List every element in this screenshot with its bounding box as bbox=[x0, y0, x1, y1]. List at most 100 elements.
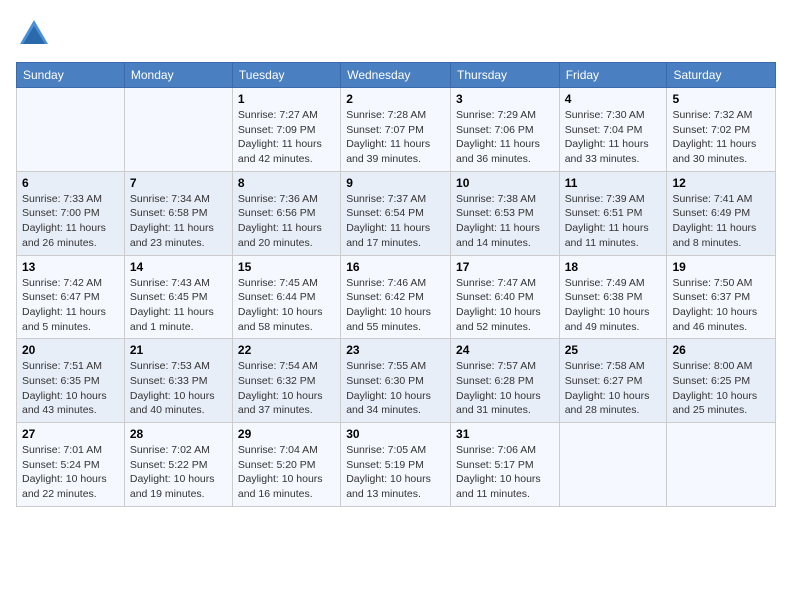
day-number: 14 bbox=[130, 260, 227, 274]
calendar-cell: 29 Sunrise: 7:04 AMSunset: 5:20 PMDaylig… bbox=[232, 423, 340, 507]
day-detail: Sunrise: 7:46 AMSunset: 6:42 PMDaylight:… bbox=[346, 276, 445, 335]
calendar-cell: 21 Sunrise: 7:53 AMSunset: 6:33 PMDaylig… bbox=[124, 339, 232, 423]
day-detail: Sunrise: 7:29 AMSunset: 7:06 PMDaylight:… bbox=[456, 108, 554, 167]
day-number: 19 bbox=[672, 260, 770, 274]
day-detail: Sunrise: 7:38 AMSunset: 6:53 PMDaylight:… bbox=[456, 192, 554, 251]
calendar-cell: 27 Sunrise: 7:01 AMSunset: 5:24 PMDaylig… bbox=[17, 423, 125, 507]
day-detail: Sunrise: 7:04 AMSunset: 5:20 PMDaylight:… bbox=[238, 443, 335, 502]
day-detail: Sunrise: 7:37 AMSunset: 6:54 PMDaylight:… bbox=[346, 192, 445, 251]
day-detail: Sunrise: 7:41 AMSunset: 6:49 PMDaylight:… bbox=[672, 192, 770, 251]
day-number: 11 bbox=[565, 176, 662, 190]
calendar-cell bbox=[559, 423, 667, 507]
calendar-cell: 18 Sunrise: 7:49 AMSunset: 6:38 PMDaylig… bbox=[559, 255, 667, 339]
calendar-cell: 14 Sunrise: 7:43 AMSunset: 6:45 PMDaylig… bbox=[124, 255, 232, 339]
day-detail: Sunrise: 7:01 AMSunset: 5:24 PMDaylight:… bbox=[22, 443, 119, 502]
calendar-cell: 25 Sunrise: 7:58 AMSunset: 6:27 PMDaylig… bbox=[559, 339, 667, 423]
calendar-cell: 6 Sunrise: 7:33 AMSunset: 7:00 PMDayligh… bbox=[17, 171, 125, 255]
calendar-cell: 10 Sunrise: 7:38 AMSunset: 6:53 PMDaylig… bbox=[451, 171, 560, 255]
day-detail: Sunrise: 7:49 AMSunset: 6:38 PMDaylight:… bbox=[565, 276, 662, 335]
day-detail: Sunrise: 7:53 AMSunset: 6:33 PMDaylight:… bbox=[130, 359, 227, 418]
calendar-week-row: 13 Sunrise: 7:42 AMSunset: 6:47 PMDaylig… bbox=[17, 255, 776, 339]
day-number: 24 bbox=[456, 343, 554, 357]
calendar-table: SundayMondayTuesdayWednesdayThursdayFrid… bbox=[16, 62, 776, 507]
day-detail: Sunrise: 7:51 AMSunset: 6:35 PMDaylight:… bbox=[22, 359, 119, 418]
day-detail: Sunrise: 7:45 AMSunset: 6:44 PMDaylight:… bbox=[238, 276, 335, 335]
calendar-cell: 23 Sunrise: 7:55 AMSunset: 6:30 PMDaylig… bbox=[341, 339, 451, 423]
calendar-cell: 8 Sunrise: 7:36 AMSunset: 6:56 PMDayligh… bbox=[232, 171, 340, 255]
day-number: 6 bbox=[22, 176, 119, 190]
day-number: 18 bbox=[565, 260, 662, 274]
weekday-header: Tuesday bbox=[232, 63, 340, 88]
calendar-cell: 13 Sunrise: 7:42 AMSunset: 6:47 PMDaylig… bbox=[17, 255, 125, 339]
calendar-cell: 20 Sunrise: 7:51 AMSunset: 6:35 PMDaylig… bbox=[17, 339, 125, 423]
day-number: 23 bbox=[346, 343, 445, 357]
day-detail: Sunrise: 7:05 AMSunset: 5:19 PMDaylight:… bbox=[346, 443, 445, 502]
day-detail: Sunrise: 7:47 AMSunset: 6:40 PMDaylight:… bbox=[456, 276, 554, 335]
day-number: 1 bbox=[238, 92, 335, 106]
calendar-week-row: 27 Sunrise: 7:01 AMSunset: 5:24 PMDaylig… bbox=[17, 423, 776, 507]
day-detail: Sunrise: 7:34 AMSunset: 6:58 PMDaylight:… bbox=[130, 192, 227, 251]
calendar-cell: 31 Sunrise: 7:06 AMSunset: 5:17 PMDaylig… bbox=[451, 423, 560, 507]
day-number: 26 bbox=[672, 343, 770, 357]
weekday-header: Wednesday bbox=[341, 63, 451, 88]
weekday-header: Sunday bbox=[17, 63, 125, 88]
calendar-cell: 16 Sunrise: 7:46 AMSunset: 6:42 PMDaylig… bbox=[341, 255, 451, 339]
calendar-cell: 2 Sunrise: 7:28 AMSunset: 7:07 PMDayligh… bbox=[341, 88, 451, 172]
day-number: 15 bbox=[238, 260, 335, 274]
day-number: 5 bbox=[672, 92, 770, 106]
day-number: 7 bbox=[130, 176, 227, 190]
calendar-cell: 9 Sunrise: 7:37 AMSunset: 6:54 PMDayligh… bbox=[341, 171, 451, 255]
calendar-cell: 19 Sunrise: 7:50 AMSunset: 6:37 PMDaylig… bbox=[667, 255, 776, 339]
calendar-cell: 5 Sunrise: 7:32 AMSunset: 7:02 PMDayligh… bbox=[667, 88, 776, 172]
calendar-cell: 7 Sunrise: 7:34 AMSunset: 6:58 PMDayligh… bbox=[124, 171, 232, 255]
weekday-header: Saturday bbox=[667, 63, 776, 88]
day-number: 22 bbox=[238, 343, 335, 357]
day-number: 28 bbox=[130, 427, 227, 441]
day-detail: Sunrise: 7:50 AMSunset: 6:37 PMDaylight:… bbox=[672, 276, 770, 335]
day-detail: Sunrise: 7:02 AMSunset: 5:22 PMDaylight:… bbox=[130, 443, 227, 502]
day-detail: Sunrise: 7:43 AMSunset: 6:45 PMDaylight:… bbox=[130, 276, 227, 335]
day-detail: Sunrise: 7:32 AMSunset: 7:02 PMDaylight:… bbox=[672, 108, 770, 167]
calendar-week-row: 6 Sunrise: 7:33 AMSunset: 7:00 PMDayligh… bbox=[17, 171, 776, 255]
day-number: 30 bbox=[346, 427, 445, 441]
weekday-header: Thursday bbox=[451, 63, 560, 88]
day-number: 4 bbox=[565, 92, 662, 106]
day-number: 2 bbox=[346, 92, 445, 106]
calendar-cell: 26 Sunrise: 8:00 AMSunset: 6:25 PMDaylig… bbox=[667, 339, 776, 423]
day-number: 27 bbox=[22, 427, 119, 441]
day-detail: Sunrise: 7:57 AMSunset: 6:28 PMDaylight:… bbox=[456, 359, 554, 418]
day-number: 12 bbox=[672, 176, 770, 190]
day-detail: Sunrise: 7:30 AMSunset: 7:04 PMDaylight:… bbox=[565, 108, 662, 167]
day-number: 13 bbox=[22, 260, 119, 274]
day-detail: Sunrise: 7:28 AMSunset: 7:07 PMDaylight:… bbox=[346, 108, 445, 167]
calendar-week-row: 1 Sunrise: 7:27 AMSunset: 7:09 PMDayligh… bbox=[17, 88, 776, 172]
day-detail: Sunrise: 7:42 AMSunset: 6:47 PMDaylight:… bbox=[22, 276, 119, 335]
day-number: 21 bbox=[130, 343, 227, 357]
day-number: 10 bbox=[456, 176, 554, 190]
calendar-cell: 28 Sunrise: 7:02 AMSunset: 5:22 PMDaylig… bbox=[124, 423, 232, 507]
weekday-header: Monday bbox=[124, 63, 232, 88]
day-number: 17 bbox=[456, 260, 554, 274]
day-number: 3 bbox=[456, 92, 554, 106]
calendar-cell bbox=[17, 88, 125, 172]
calendar-cell bbox=[667, 423, 776, 507]
day-detail: Sunrise: 7:33 AMSunset: 7:00 PMDaylight:… bbox=[22, 192, 119, 251]
calendar-cell bbox=[124, 88, 232, 172]
day-number: 31 bbox=[456, 427, 554, 441]
calendar-cell: 15 Sunrise: 7:45 AMSunset: 6:44 PMDaylig… bbox=[232, 255, 340, 339]
day-number: 20 bbox=[22, 343, 119, 357]
day-number: 16 bbox=[346, 260, 445, 274]
day-number: 25 bbox=[565, 343, 662, 357]
day-detail: Sunrise: 7:06 AMSunset: 5:17 PMDaylight:… bbox=[456, 443, 554, 502]
weekday-header: Friday bbox=[559, 63, 667, 88]
calendar-cell: 17 Sunrise: 7:47 AMSunset: 6:40 PMDaylig… bbox=[451, 255, 560, 339]
calendar-cell: 4 Sunrise: 7:30 AMSunset: 7:04 PMDayligh… bbox=[559, 88, 667, 172]
calendar-week-row: 20 Sunrise: 7:51 AMSunset: 6:35 PMDaylig… bbox=[17, 339, 776, 423]
day-number: 29 bbox=[238, 427, 335, 441]
calendar-cell: 12 Sunrise: 7:41 AMSunset: 6:49 PMDaylig… bbox=[667, 171, 776, 255]
logo-icon bbox=[16, 16, 52, 52]
day-detail: Sunrise: 7:54 AMSunset: 6:32 PMDaylight:… bbox=[238, 359, 335, 418]
day-number: 8 bbox=[238, 176, 335, 190]
calendar-cell: 22 Sunrise: 7:54 AMSunset: 6:32 PMDaylig… bbox=[232, 339, 340, 423]
calendar-cell: 30 Sunrise: 7:05 AMSunset: 5:19 PMDaylig… bbox=[341, 423, 451, 507]
